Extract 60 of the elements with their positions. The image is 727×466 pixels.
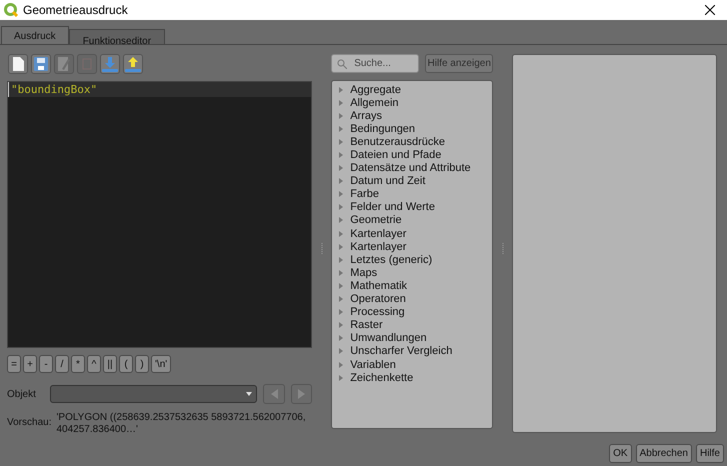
tree-item[interactable]: Felder und Werte [350,201,435,214]
tree-item[interactable]: Datensätze und Attribute [350,162,471,174]
tree-item[interactable]: Raster [350,319,383,332]
tree-item[interactable]: Kartenlayer [350,240,406,253]
export-icon [125,56,141,72]
tree-item[interactable]: Allgemein [350,96,399,109]
operator-button[interactable]: ( [119,355,133,373]
operator-button[interactable]: ^ [87,355,101,373]
operator-button[interactable]: - [39,355,53,373]
splitter-handle-icon[interactable] [320,243,323,255]
tree-item[interactable]: Variablen [350,358,396,371]
tree-item[interactable]: Unscharfer Vergleich [350,345,452,358]
tree-item[interactable]: Arrays [350,110,382,122]
tree-item[interactable]: Mathematik [350,280,408,292]
left-arrow-icon [270,389,278,399]
tree-item[interactable]: Letztes (generic) [350,254,432,266]
operator-button[interactable]: * [71,355,85,373]
object-label: Objekt [7,388,36,400]
expression-editor[interactable]: "boundingBox" [7,81,312,348]
tree-item[interactable]: Processing [350,306,405,318]
search-icon [337,59,348,69]
operator-button[interactable]: / [55,355,69,373]
object-dropdown[interactable] [50,385,258,403]
operator-button[interactable]: + [23,355,37,373]
operator-button[interactable]: ) [135,355,149,373]
right-arrow-icon [298,389,305,399]
tree-item[interactable]: Dateien und Pfade [350,149,442,162]
save-icon [34,57,48,71]
toolbar-button[interactable] [31,54,51,74]
edit-icon [58,57,70,71]
tab[interactable]: Ausdruck [1,26,69,44]
operator-button[interactable]: || [103,355,117,373]
dialog-button[interactable]: Abbrechen [636,444,692,463]
tree-item[interactable]: Kartenlayer [350,228,406,240]
tree-item[interactable]: Benutzerausdrücke [350,136,445,148]
dialog-button[interactable]: OK [609,444,632,463]
dialog-button[interactable]: Hilfe [696,444,724,463]
caret-icon [246,392,252,396]
window-title: Geometrieausdruck [23,3,128,17]
tree-item[interactable]: Bedingungen [350,122,416,135]
app-logo-icon [4,3,18,17]
operator-button[interactable]: = [7,355,21,373]
tree-item[interactable]: Maps [350,266,378,279]
search-field[interactable]: Suche... [331,54,420,73]
preview-value: 'POLYGON ((258639.2537532635 5893721.562007706, 404257.836400…' [56,412,307,436]
preview-label: Vorschau: [7,417,52,430]
toolbar-button[interactable] [8,54,28,74]
tree-item[interactable]: Datum und Zeit [350,175,426,188]
close-icon[interactable] [705,5,715,15]
toolbar-button[interactable] [123,54,143,74]
tree-item[interactable]: Aggregate [350,84,401,96]
splitter-handle-icon[interactable] [502,243,504,255]
operator-button[interactable]: '\n' [151,355,172,373]
tree-item[interactable]: Geometrie [350,214,402,226]
tree-item[interactable]: Farbe [350,188,379,200]
tree-item[interactable]: Operatoren [350,293,406,306]
new-file-icon [12,57,24,71]
tree-item[interactable]: Umwandlungen [350,332,427,344]
import-icon [102,56,118,72]
tree-item[interactable]: Zeichenkette [350,372,414,384]
